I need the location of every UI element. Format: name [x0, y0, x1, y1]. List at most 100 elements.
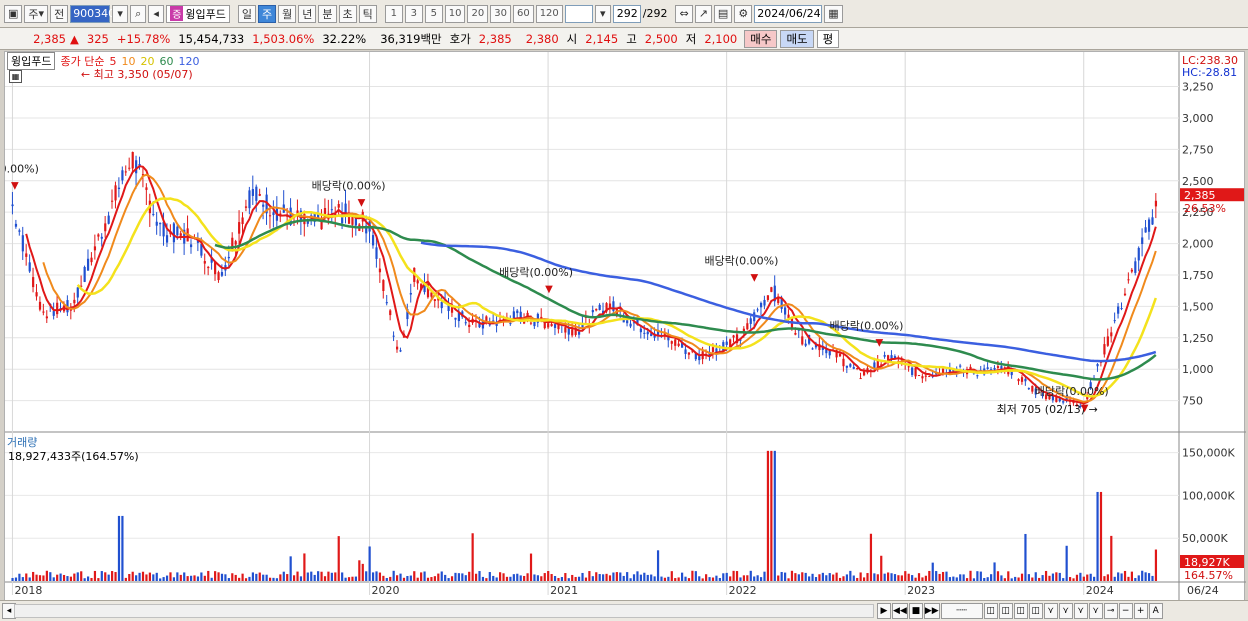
volume-bar [231, 573, 234, 581]
date-input[interactable]: 2024/06/24 [754, 4, 823, 23]
interval-60[interactable]: 60 [512, 4, 534, 23]
scroll-track[interactable] [14, 604, 874, 618]
volume-bar [248, 576, 251, 581]
calendar-icon[interactable]: ▦ [824, 4, 843, 23]
period-tick[interactable]: 틱 [358, 4, 377, 23]
speed-slider[interactable]: ┄┄ [940, 603, 983, 619]
price-chart[interactable]: 3,2503,0002,7502,5002,2502,0001,7501,500… [0, 52, 1246, 602]
period-day[interactable]: 일 [237, 4, 256, 23]
period-month[interactable]: 월 [278, 4, 297, 23]
period-minute[interactable]: 분 [318, 4, 337, 23]
interval-1[interactable]: 1 [384, 4, 403, 23]
period-second[interactable]: 초 [338, 4, 357, 23]
draw-icon[interactable]: ↗ [694, 4, 712, 23]
volume-bar [512, 574, 515, 581]
volume-bar [461, 573, 464, 581]
candle-body [608, 303, 612, 308]
period-week[interactable]: 주 [258, 4, 277, 23]
candle-body [262, 204, 265, 207]
volume-bar [828, 573, 831, 581]
volume-bar [1147, 573, 1151, 581]
volume-bar [1082, 576, 1085, 581]
volume-bar [990, 574, 993, 581]
interval-30[interactable]: 30 [490, 4, 511, 23]
font-size-icon[interactable]: A [1148, 603, 1163, 619]
volume-bar [310, 571, 313, 581]
candle-body [591, 310, 594, 313]
sell-button[interactable]: 매도 [780, 29, 814, 48]
candle-body [629, 323, 632, 327]
volume-bar [14, 577, 18, 581]
interval-custom-input[interactable] [564, 4, 593, 23]
chart-area[interactable]: 3,250 3,000 2,750 2,500 2,250 2,000 1,750 1,500… [0, 51, 1246, 602]
interval-10[interactable]: 10 [444, 4, 466, 23]
forward-icon[interactable]: ▶▶ [923, 603, 940, 619]
bar-count-input[interactable]: 292 [612, 4, 641, 23]
candle-body [1137, 247, 1140, 261]
layout-4-icon[interactable]: ◫ [1028, 603, 1043, 619]
period-year[interactable]: 년 [298, 4, 317, 23]
interval-dropdown-icon[interactable]: ▾ [594, 4, 611, 23]
candle-body [612, 301, 615, 311]
zoom-icon[interactable]: ⇔ [675, 4, 693, 23]
market-select[interactable]: 주 ▾ [24, 4, 49, 23]
layout-1-icon[interactable]: ◫ [983, 603, 998, 619]
volume-bar [735, 571, 739, 581]
candle-body [128, 167, 131, 169]
candle-body [1123, 293, 1127, 296]
tool-2-icon[interactable]: ⋎ [1058, 603, 1073, 619]
tool-4-icon[interactable]: ⋎ [1088, 603, 1103, 619]
stock-name-box[interactable]: 증 윙입푸드 [166, 4, 230, 23]
candle-body [911, 367, 914, 375]
code-dropdown-icon[interactable]: ▾ [112, 4, 129, 23]
volume-bar [608, 575, 612, 581]
interval-20[interactable]: 20 [467, 4, 489, 23]
candle-body [117, 187, 121, 190]
candle-body [626, 320, 629, 324]
tool-1-icon[interactable]: ⋎ [1043, 603, 1058, 619]
grid-icon[interactable]: ▦ [9, 70, 22, 83]
candle-body [28, 262, 31, 272]
zoom-in-icon[interactable]: + [1133, 603, 1148, 619]
candle-body [131, 152, 134, 169]
zoom-out-icon[interactable]: − [1118, 603, 1133, 619]
volume-bar [560, 577, 564, 581]
candle-body [396, 346, 399, 350]
candle-body [1141, 237, 1144, 244]
save-icon[interactable]: ▤ [713, 4, 733, 23]
volume-bar [45, 570, 48, 581]
window-icon[interactable]: ▣ [4, 4, 23, 23]
interval-3[interactable]: 3 [404, 4, 423, 23]
candle-body [674, 339, 677, 346]
interval-5[interactable]: 5 [424, 4, 443, 23]
volume-bar [1123, 570, 1127, 581]
layout-2-icon[interactable]: ◫ [998, 603, 1013, 619]
avg-button[interactable]: 평 [816, 29, 840, 48]
volume-bar [128, 573, 131, 581]
stock-code-input[interactable]: 900340 [70, 4, 115, 23]
candle-body [746, 323, 749, 330]
next-icon[interactable]: ▶ [877, 603, 891, 619]
stop-icon[interactable]: ■ [908, 603, 923, 619]
buy-button[interactable]: 매수 [744, 29, 778, 48]
volume-bar [739, 577, 742, 581]
candle-body [371, 235, 375, 246]
legend-ma-10: 10 [121, 54, 136, 68]
candle-body [52, 311, 55, 316]
candle-body [241, 217, 244, 225]
gear-icon[interactable]: ⚙ [734, 4, 753, 23]
speaker-icon[interactable]: ◂ [148, 4, 165, 23]
zoom-slider-icon[interactable]: ⊸ [1103, 603, 1118, 619]
volume-bar [35, 574, 38, 581]
tool-3-icon[interactable]: ⋎ [1073, 603, 1088, 619]
prev-button[interactable]: 전 [50, 4, 69, 23]
layout-3-icon[interactable]: ◫ [1013, 603, 1028, 619]
volume-bar [1089, 573, 1092, 581]
rewind-icon[interactable]: ◀◀ [892, 603, 908, 619]
volume-bar [73, 573, 76, 581]
search-icon[interactable]: ⌕ [130, 4, 147, 23]
interval-120[interactable]: 120 [535, 4, 563, 23]
volume-bar [529, 553, 533, 581]
dividend-marker: ▼ [358, 198, 366, 209]
volume-bar [907, 573, 910, 581]
